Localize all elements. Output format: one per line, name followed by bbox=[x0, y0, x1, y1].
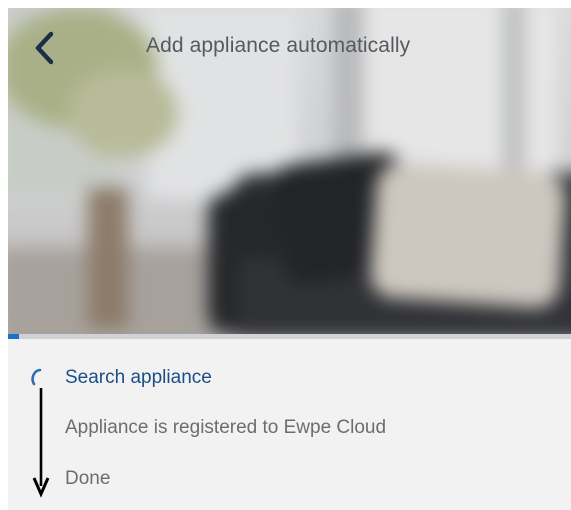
setup-steps-list: Search appliance Appliance is registered… bbox=[8, 339, 571, 510]
chevron-left-icon bbox=[35, 31, 54, 65]
app-screen: Add appliance automatically Search appli… bbox=[8, 8, 571, 510]
step-registered-to-cloud: Appliance is registered to Ewpe Cloud bbox=[65, 417, 387, 438]
arrow-down-icon bbox=[32, 388, 50, 498]
page-title: Add appliance automatically bbox=[146, 34, 411, 57]
back-button[interactable] bbox=[30, 28, 62, 68]
top-app-bar: Add appliance automatically bbox=[8, 8, 571, 88]
step-done: Done bbox=[65, 468, 111, 489]
step-search-appliance: Search appliance bbox=[65, 367, 212, 388]
